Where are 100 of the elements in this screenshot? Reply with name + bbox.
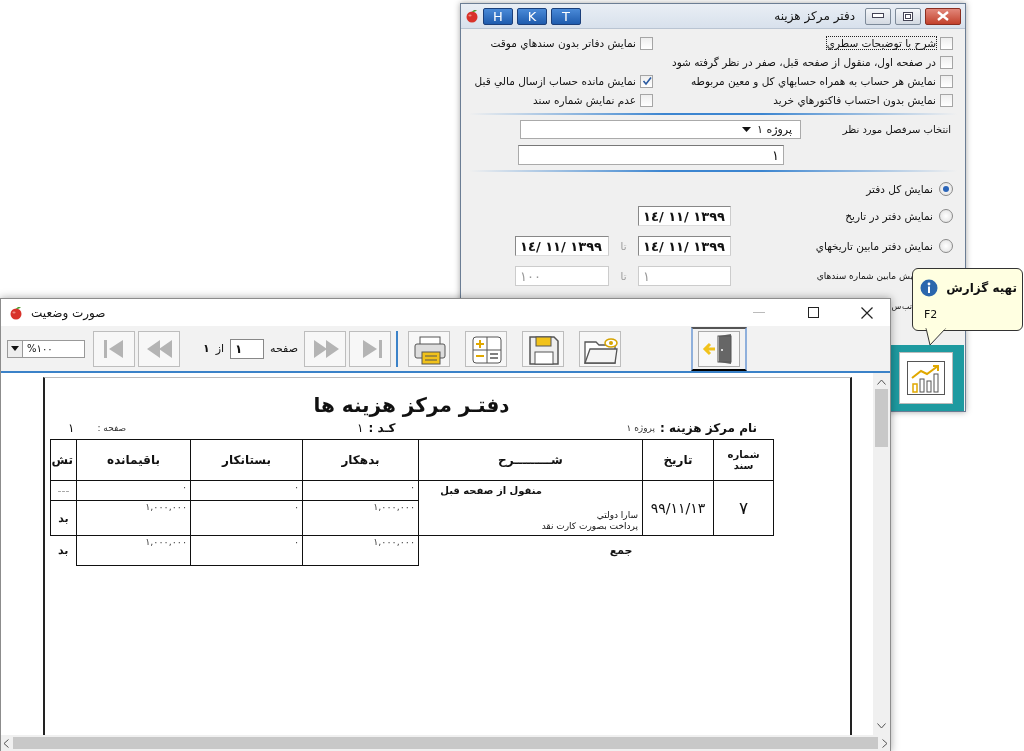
table-cell: ٠: [76, 480, 191, 501]
option-label: در صفحه اول، منقول از صفحه قبل، صفر در نظر گرفته شود: [672, 56, 936, 68]
close-icon: [861, 306, 873, 319]
radio-button[interactable]: [939, 239, 953, 253]
shortcut-button[interactable]: T: [551, 7, 581, 25]
zoom-dropdown[interactable]: %١٠٠: [7, 339, 85, 358]
shortcut-text: F2: [924, 308, 938, 321]
option-label: نمايش دفاتر بدون سندهاي موقت: [490, 37, 636, 49]
option-label: نمايش دفتر در تاريخ: [845, 210, 933, 222]
scroll-thumb[interactable]: [13, 737, 878, 749]
page-label: صفحه: [270, 342, 298, 355]
vertical-scrollbar[interactable]: [873, 373, 890, 735]
report-button[interactable]: [899, 352, 953, 404]
restore-icon: [903, 11, 913, 21]
column-header: بستانكار: [190, 439, 303, 481]
table-cell: ١,٠٠٠,٠٠٠: [76, 500, 191, 536]
cost-center-value: پروژه ١: [626, 423, 656, 433]
checkbox[interactable]: [640, 36, 653, 50]
range-separator: تا: [620, 240, 627, 252]
maximize-button[interactable]: [895, 7, 921, 25]
shortcut-button[interactable]: H: [483, 7, 513, 25]
table-cell: ١,٠٠٠,٠٠٠: [302, 500, 419, 536]
tooltip-title: تهيه گزارش: [946, 281, 1017, 295]
close-button[interactable]: [925, 7, 961, 25]
input-field[interactable]: ١٣٩٩ /١١ /١٤: [515, 236, 609, 256]
option-label: نمايش مانده حساب ازسال مالي قبل: [474, 75, 636, 87]
window-title: دفتر مركز هزينه: [774, 9, 855, 23]
table-cell: ---: [50, 480, 77, 501]
scroll-thumb[interactable]: [875, 389, 888, 447]
minimize-button[interactable]: [865, 7, 891, 25]
table-cell: ٠: [190, 535, 303, 566]
column-header: باقيمانده: [76, 439, 191, 481]
column-header: شماره سند: [713, 439, 774, 481]
caret-icon: [11, 346, 19, 351]
calculator-button[interactable]: [465, 330, 507, 367]
maximize-icon: [807, 307, 819, 318]
checkbox[interactable]: [640, 93, 653, 107]
folder-button[interactable]: [579, 330, 621, 367]
total-label: جمع: [609, 544, 633, 558]
checkbox[interactable]: [640, 74, 653, 88]
option-label: نمايش كل دفتر: [866, 183, 933, 195]
checkbox[interactable]: [940, 74, 953, 88]
shortcut-button[interactable]: K: [517, 7, 547, 25]
page-field[interactable]: ١: [230, 338, 265, 359]
table-cell: ٧: [713, 480, 774, 536]
code-label: كـد :: [368, 421, 396, 435]
input-field[interactable]: ١٣٩٩ /١١ /١٤: [638, 236, 731, 256]
page-number: ١: [68, 421, 75, 435]
table-cell: ١,٠٠٠,٠٠٠: [302, 535, 419, 566]
column-header: بدهكار: [302, 439, 419, 481]
printer-button[interactable]: [408, 330, 450, 367]
table-cell: بد: [50, 500, 77, 536]
input-field[interactable]: ١: [518, 145, 784, 165]
table-cell: ٠: [190, 480, 303, 501]
cost-center-label: نام مركز هزينه :: [660, 421, 757, 435]
table-cell: ٩٩/١١/١٣: [642, 480, 714, 536]
column-header: شـــــــــرح: [418, 439, 643, 481]
scroll-right-icon: [882, 738, 888, 748]
cost-center-dropdown[interactable]: پروژه ١: [520, 120, 801, 139]
scroll-left-icon: [3, 738, 9, 748]
checkbox[interactable]: [940, 36, 953, 50]
horizontal-scrollbar[interactable]: [1, 735, 890, 751]
info-icon: [920, 279, 939, 297]
scroll-up-icon: [877, 379, 886, 385]
floppy-disk-button[interactable]: [522, 330, 564, 367]
apple-icon: [9, 305, 23, 320]
status-text: بد: [58, 544, 69, 558]
option-label: نمايش بدون احتساب فاكتورهاي خريد: [773, 94, 936, 106]
option-label: يش مابين شماره سندهاي: [816, 271, 913, 281]
window-title: صورت وضعيت: [31, 305, 106, 320]
minimize-icon: [753, 311, 765, 314]
table-cell: ١,٠٠٠,٠٠٠: [76, 535, 191, 566]
input-field[interactable]: ١٣٩٩ /١١ /١٤: [638, 206, 731, 226]
table-cell: ٠: [302, 480, 419, 501]
table-cell: منقول از صفحه قبل سارا دولتي پرداخت بصورت كارت نقد: [418, 480, 643, 536]
exit-button[interactable]: [691, 326, 747, 371]
page-of-label: از: [215, 342, 225, 355]
checkbox[interactable]: [940, 55, 953, 69]
option-label: نمايش دفتر مابين تاريخهاي: [815, 240, 933, 252]
range-separator: تا: [620, 270, 627, 282]
scroll-down-icon: [877, 723, 886, 729]
close-icon: [937, 11, 949, 21]
code-value: ١: [357, 421, 364, 435]
option-label: عدم نمايش شماره سند: [533, 94, 636, 106]
checkbox[interactable]: [940, 93, 953, 107]
column-header: تش: [50, 439, 77, 481]
chart-icon: [907, 361, 945, 395]
page-count: ١: [203, 342, 210, 355]
minimize-icon: [872, 13, 884, 19]
page-label: صفحه :: [97, 423, 127, 433]
radio-button[interactable]: [939, 209, 953, 223]
table-cell: ٠: [190, 500, 303, 536]
report-title: دفتـر مركز هزينه ها: [313, 393, 510, 417]
option-label: تب س: [891, 301, 912, 311]
radio-button[interactable]: [939, 182, 953, 196]
column-header: تاريخ: [642, 439, 714, 481]
field-label: انتخاب سرفصل مورد نظر: [842, 124, 951, 135]
option-label: نمايش هر حساب به همراه حسابهاي كل و معين مربوطه: [690, 75, 936, 87]
apple-icon: [465, 9, 479, 23]
caret-icon: [742, 127, 752, 132]
